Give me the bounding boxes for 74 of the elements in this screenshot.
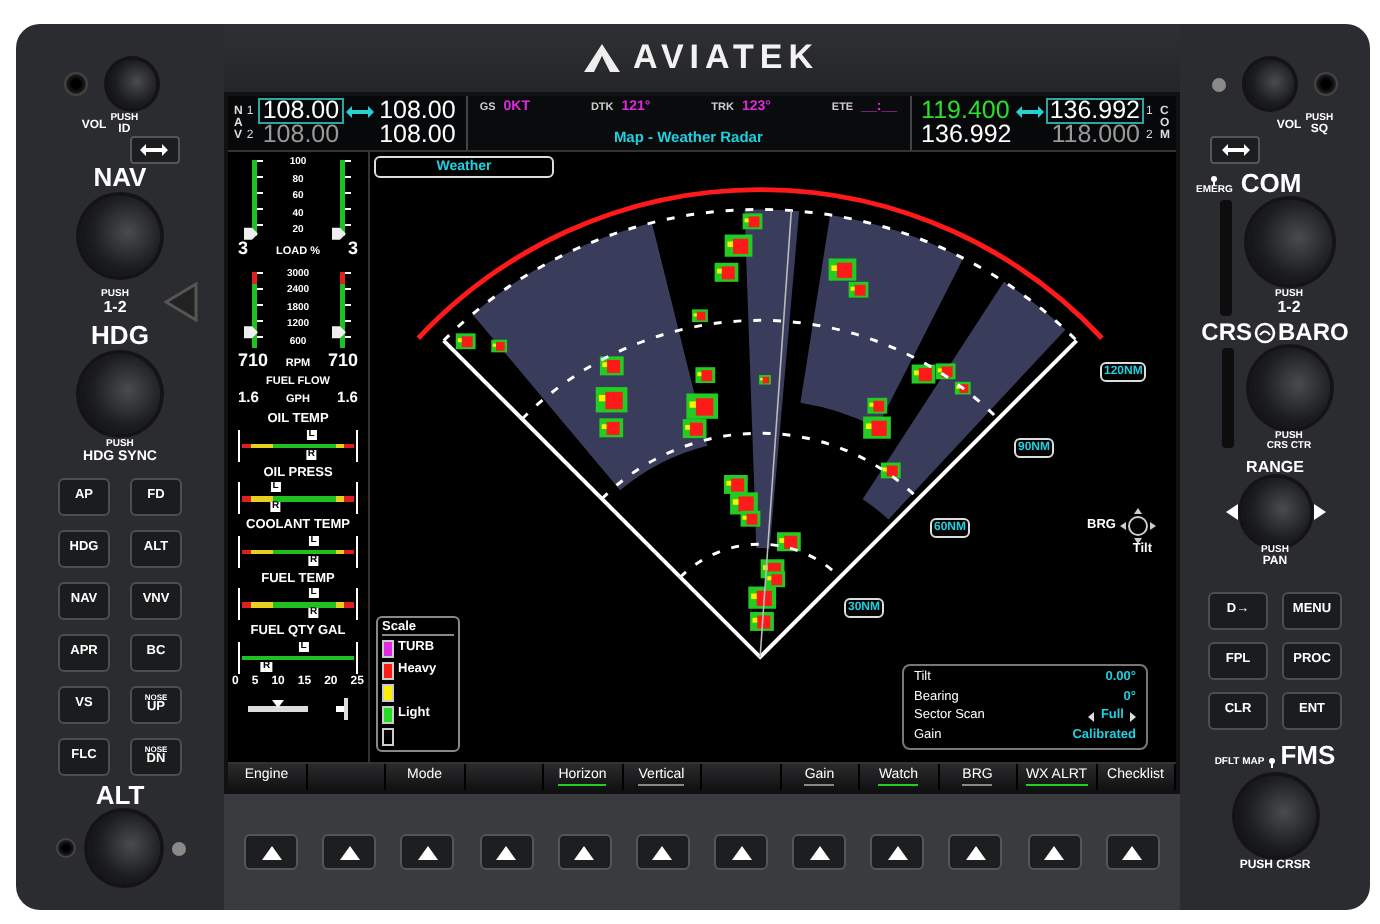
standby-frequency: 108.00 — [377, 98, 458, 124]
up-triangle-icon — [1044, 845, 1065, 859]
double-arrow-icon — [1221, 144, 1249, 156]
slider-slot — [1219, 200, 1231, 316]
gauge-bar-drawing — [244, 156, 264, 240]
up-triangle-icon — [574, 845, 595, 859]
active-frequency: 108.00 — [260, 122, 342, 148]
up-triangle-icon — [417, 845, 438, 859]
active-frequency: 119.400 — [919, 98, 1012, 124]
jack-hole — [64, 72, 88, 96]
softkey-button[interactable] — [557, 834, 612, 870]
up-triangle-icon — [496, 845, 517, 859]
pin-icon — [1268, 758, 1277, 768]
gauge-value: 3 — [347, 240, 358, 258]
knob-title: FMS — [1280, 742, 1336, 768]
swap-button[interactable] — [129, 136, 179, 164]
double-arrow-icon — [140, 144, 168, 156]
standby-frequency: 108.00 — [377, 122, 458, 148]
up-triangle-icon — [1122, 845, 1143, 859]
up-triangle-icon — [809, 845, 830, 859]
brand-name: AVIATEK — [632, 38, 820, 78]
knob-title: ALT — [95, 782, 145, 808]
softkey-button[interactable] — [635, 834, 690, 870]
softkey-button[interactable] — [400, 834, 455, 870]
gauge-bar-drawing — [244, 267, 264, 351]
gauge-value: 710 — [327, 351, 358, 369]
gauge-bar-drawing — [332, 156, 352, 240]
softkey-button[interactable] — [322, 834, 377, 870]
knob-title: COM — [1240, 170, 1302, 196]
gauge-value: 3 — [238, 240, 249, 258]
active-frequency: 108.00 — [258, 98, 344, 124]
triangle-icon — [164, 282, 199, 322]
right-arrow-icon — [1313, 504, 1325, 520]
screw-hole — [55, 838, 75, 858]
left-arrow-icon — [1088, 711, 1095, 722]
softkey-button[interactable] — [948, 834, 1003, 870]
knob-label: 1-2 — [103, 299, 127, 315]
active-frequency: 136.992 — [919, 122, 1014, 148]
logo-icon — [584, 44, 621, 72]
softkey-button[interactable] — [1105, 834, 1160, 870]
up-triangle-icon — [261, 845, 282, 859]
up-triangle-icon — [731, 845, 752, 859]
pin-icon — [1210, 176, 1219, 186]
knob-label: 1-2 — [1277, 300, 1301, 316]
softkey-button[interactable] — [870, 834, 925, 870]
gauge-bar-drawing — [332, 267, 352, 351]
right-arrow-icon — [1130, 711, 1136, 722]
softkey-button[interactable] — [714, 834, 769, 870]
up-triangle-icon — [339, 845, 360, 859]
softkey-button[interactable] — [792, 834, 847, 870]
knob-title: BARO — [1278, 320, 1349, 344]
knob-title: NAV — [93, 164, 147, 190]
knob-label: RANGE — [1246, 460, 1304, 476]
gauge-value: 710 — [238, 351, 269, 369]
indicator-light — [171, 841, 185, 855]
target-icon — [1254, 321, 1276, 343]
slider-slot — [1221, 348, 1233, 448]
standby-frequency: 118.000 — [1049, 122, 1142, 148]
knob-title: HDG — [91, 322, 149, 348]
joystick-icon — [1120, 508, 1156, 544]
up-triangle-icon — [887, 845, 908, 859]
indicator-light — [1212, 77, 1226, 91]
up-triangle-icon — [652, 845, 673, 859]
double-arrow-icon — [345, 105, 374, 117]
standby-frequency: 136.992 — [1045, 98, 1144, 124]
double-arrow-icon — [1015, 105, 1044, 117]
up-triangle-icon — [965, 845, 986, 859]
softkey-button[interactable] — [244, 834, 299, 870]
knob-title: CRS — [1201, 320, 1252, 344]
swap-button[interactable] — [1210, 136, 1260, 164]
softkey-button[interactable] — [479, 834, 534, 870]
softkey-button[interactable] — [1027, 834, 1082, 870]
jack-hole — [1314, 72, 1338, 96]
left-arrow-icon — [1225, 504, 1237, 520]
